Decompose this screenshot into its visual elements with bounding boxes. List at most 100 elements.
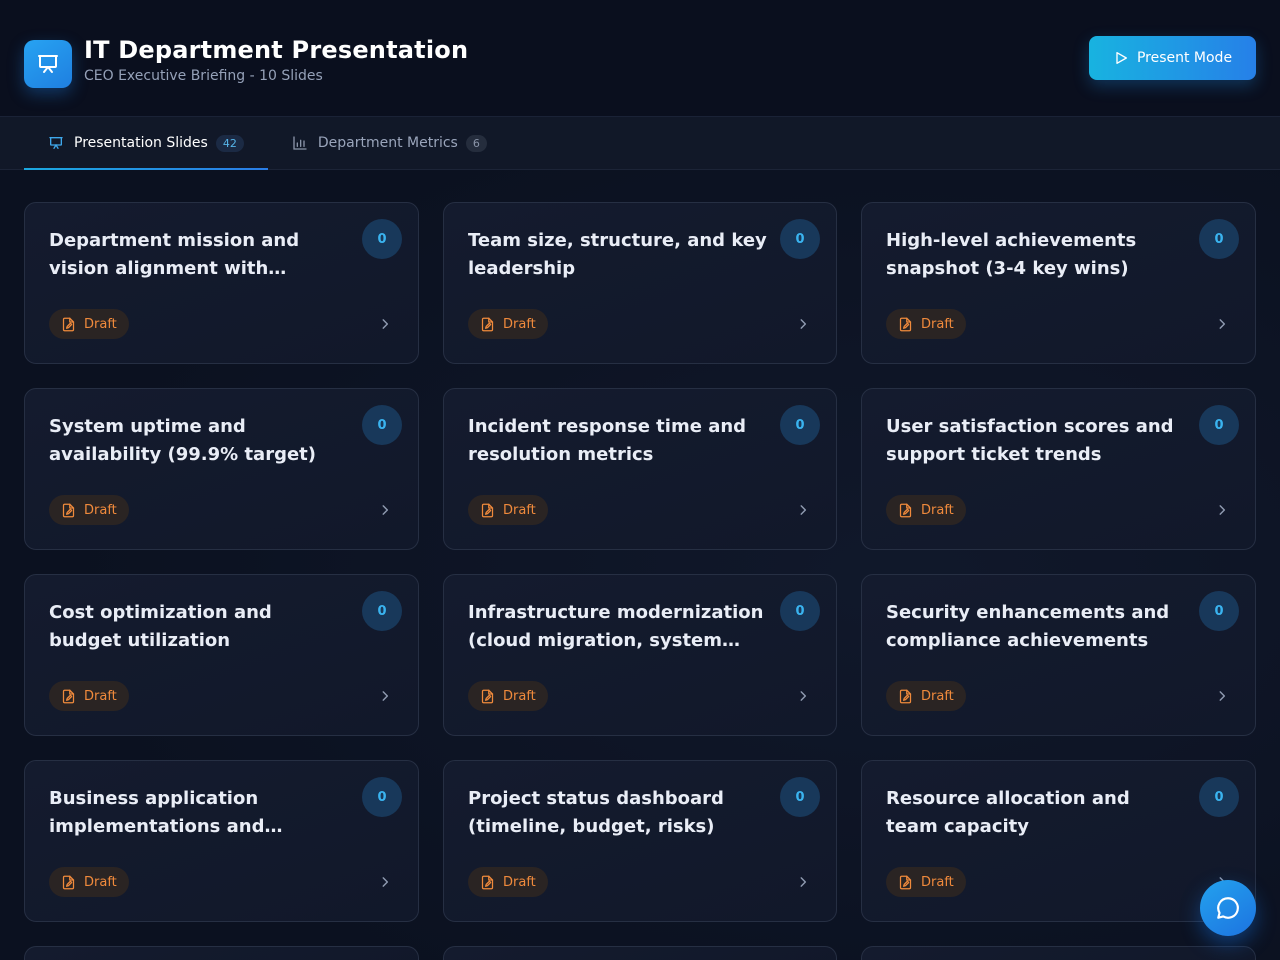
slide-title: Project status dashboard (timeline, budg…: [468, 788, 724, 837]
chevron-right-icon: [382, 319, 389, 329]
tab-label: Presentation Slides: [74, 135, 208, 151]
slide-card[interactable]: [861, 946, 1256, 960]
slide-card[interactable]: Incident response time and resolution me…: [443, 388, 837, 550]
slide-card[interactable]: [443, 946, 837, 960]
slide-card[interactable]: Resource allocation and team capacity 0 …: [861, 760, 1256, 922]
slide-title: High-level achievements snapshot (3-4 ke…: [886, 230, 1137, 279]
slide-count-badge: 0: [1199, 777, 1239, 817]
slide-card[interactable]: High-level achievements snapshot (3-4 ke…: [861, 202, 1256, 364]
tab-presentation-slides[interactable]: Presentation Slides 42: [24, 117, 268, 170]
slides-grid-next-row: [24, 946, 1256, 960]
status-badge: Draft: [49, 681, 129, 711]
slide-card[interactable]: Cost optimization and budget utilization…: [24, 574, 419, 736]
status-badge: Draft: [468, 681, 548, 711]
status-label: Draft: [503, 688, 536, 704]
slide-card[interactable]: Security enhancements and compliance ach…: [861, 574, 1256, 736]
status-badge: Draft: [49, 309, 129, 339]
status-label: Draft: [84, 874, 117, 890]
chat-icon: [1217, 897, 1239, 919]
slide-count-badge: 0: [362, 777, 402, 817]
chevron-right-icon: [1219, 319, 1226, 329]
slide-count-badge: 0: [362, 591, 402, 631]
status-badge: Draft: [886, 309, 966, 339]
present-mode-button[interactable]: Present Mode: [1089, 36, 1256, 80]
status-label: Draft: [921, 874, 954, 890]
slide-title: Incident response time and resolution me…: [468, 416, 747, 465]
tab-department-metrics[interactable]: Department Metrics 6: [268, 117, 511, 169]
status-badge: Draft: [468, 309, 548, 339]
slide-title: Security enhancements and compliance ach…: [886, 602, 1170, 651]
slide-card[interactable]: [24, 946, 419, 960]
tab-label: Department Metrics: [317, 135, 458, 151]
slide-card[interactable]: System uptime and availability (99.9% ta…: [24, 388, 419, 550]
file-edit-icon: [481, 317, 494, 331]
file-edit-icon: [62, 689, 75, 703]
slide-count-badge: 0: [1199, 405, 1239, 445]
slide-card[interactable]: User satisfaction scores and support tic…: [861, 388, 1256, 550]
slide-title: Team size, structure, and key leadership: [468, 230, 767, 279]
tab-count-badge: 42: [215, 134, 244, 152]
chevron-right-icon: [1219, 691, 1226, 701]
play-icon: [1116, 52, 1127, 64]
slide-title: Cost optimization and budget utilization: [49, 602, 272, 651]
slide-title: Business application implementations and…: [49, 788, 265, 837]
slides-grid: Department mission and vision alignment …: [24, 202, 1256, 922]
chevron-right-icon: [1219, 505, 1226, 515]
chevron-right-icon: [382, 691, 389, 701]
status-label: Draft: [84, 502, 117, 518]
status-badge: Draft: [49, 495, 129, 525]
chevron-right-icon: [382, 505, 389, 515]
status-badge: Draft: [886, 867, 966, 897]
slide-count-badge: 0: [362, 219, 402, 259]
chat-button[interactable]: [1200, 880, 1256, 936]
slide-title: Department mission and vision alignment …: [49, 230, 300, 279]
page-subtitle: CEO Executive Briefing - 10 Slides: [84, 68, 323, 84]
status-label: Draft: [503, 316, 536, 332]
status-label: Draft: [503, 502, 536, 518]
slide-card[interactable]: Business application implementations and…: [24, 760, 419, 922]
slide-title: Infrastructure modernization (cloud migr…: [468, 602, 764, 651]
tab-bar: Presentation Slides 42 Department Metric…: [0, 116, 1280, 170]
status-label: Draft: [503, 874, 536, 890]
page-title: IT Department Presentation: [84, 36, 469, 64]
status-badge: Draft: [886, 495, 966, 525]
slide-count-badge: 0: [1199, 219, 1239, 259]
status-label: Draft: [84, 688, 117, 704]
file-edit-icon: [481, 689, 494, 703]
chevron-right-icon: [800, 505, 807, 515]
file-edit-icon: [899, 875, 912, 889]
file-edit-icon: [62, 317, 75, 331]
slide-count-badge: 0: [1199, 591, 1239, 631]
slide-count-badge: 0: [780, 405, 820, 445]
file-edit-icon: [481, 875, 494, 889]
file-edit-icon: [899, 689, 912, 703]
tab-count-badge: 6: [465, 134, 487, 152]
slide-card[interactable]: Team size, structure, and key leadership…: [443, 202, 837, 364]
slide-title: System uptime and availability (99.9% ta…: [49, 416, 317, 465]
slide-count-badge: 0: [362, 405, 402, 445]
slide-count-badge: 0: [780, 219, 820, 259]
chevron-right-icon: [800, 877, 807, 887]
present-mode-label: Present Mode: [1136, 50, 1233, 66]
status-badge: Draft: [468, 495, 548, 525]
status-label: Draft: [921, 502, 954, 518]
chevron-right-icon: [800, 691, 807, 701]
brand: IT Department Presentation CEO Executive…: [24, 28, 468, 88]
file-edit-icon: [899, 317, 912, 331]
slide-count-badge: 0: [780, 591, 820, 631]
slide-card[interactable]: Department mission and vision alignment …: [24, 202, 419, 364]
status-label: Draft: [921, 688, 954, 704]
slide-card[interactable]: Infrastructure modernization (cloud migr…: [443, 574, 837, 736]
bar-chart-icon: [293, 136, 307, 150]
app-header: IT Department Presentation CEO Executive…: [0, 0, 1280, 116]
presentation-icon: [24, 40, 72, 88]
file-edit-icon: [899, 503, 912, 517]
chevron-right-icon: [800, 319, 807, 329]
status-badge: Draft: [468, 867, 548, 897]
status-label: Draft: [921, 316, 954, 332]
file-edit-icon: [62, 503, 75, 517]
slide-title: Resource allocation and team capacity: [886, 788, 1130, 837]
slide-card[interactable]: Project status dashboard (timeline, budg…: [443, 760, 837, 922]
file-edit-icon: [62, 875, 75, 889]
chevron-right-icon: [382, 877, 389, 887]
